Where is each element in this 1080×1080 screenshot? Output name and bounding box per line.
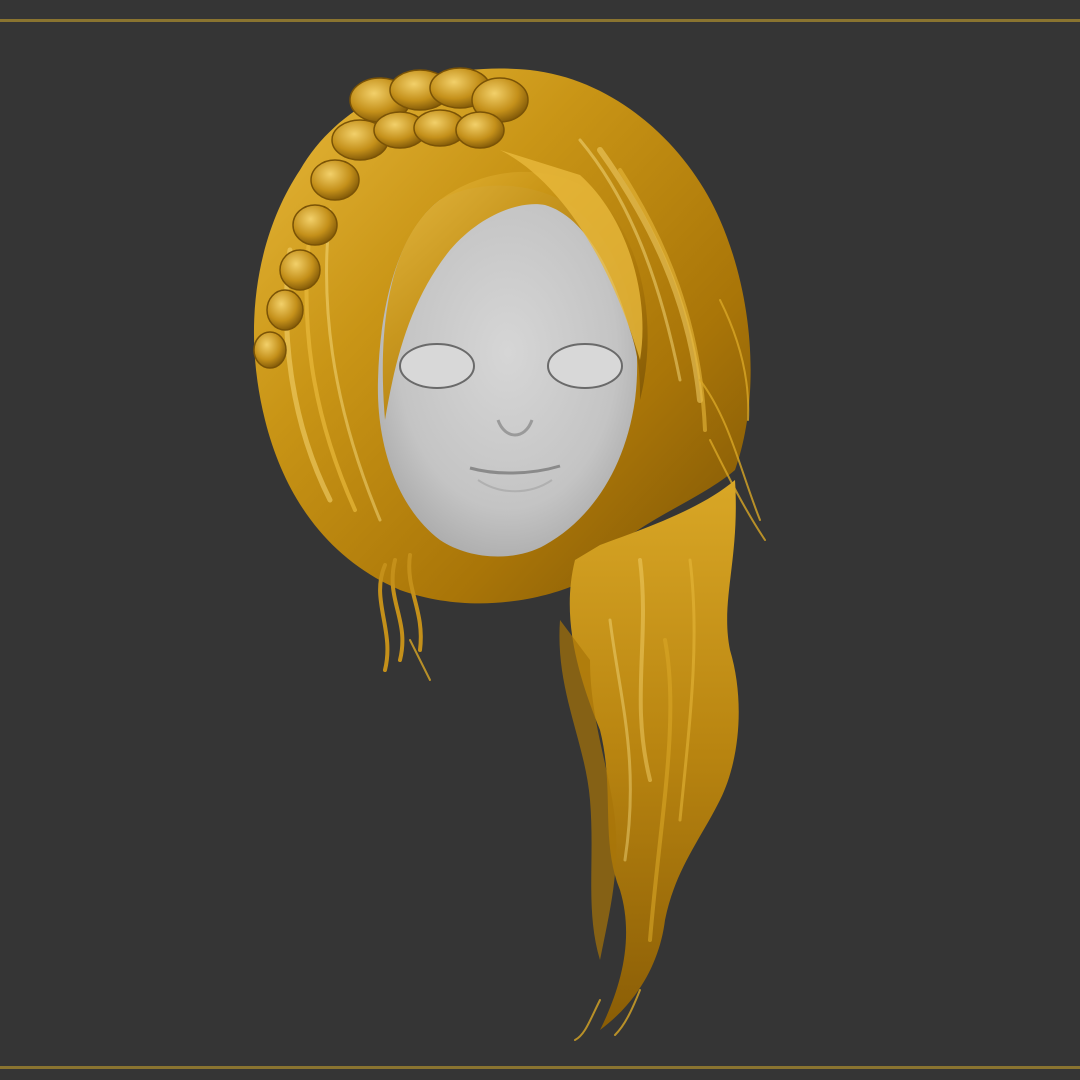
render-viewport [0, 0, 1080, 1080]
left-eye-socket [399, 343, 475, 389]
hair-model-render [253, 67, 766, 1041]
bottom-border-line [0, 1066, 1080, 1069]
right-eye-socket [547, 343, 623, 389]
hair-long-wavy-lock [559, 480, 739, 1030]
